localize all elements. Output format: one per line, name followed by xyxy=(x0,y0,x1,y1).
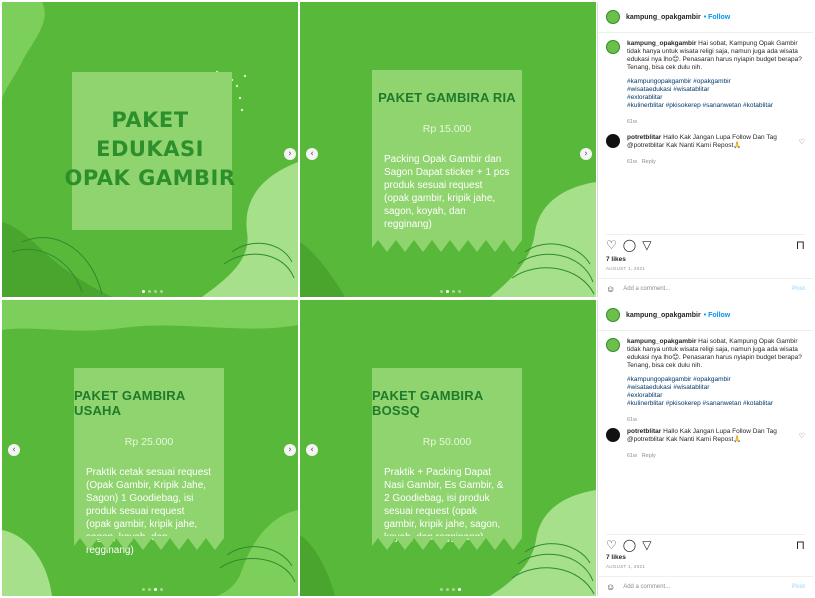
package-card: PAKET GAMBIRA RIA Rp 15.000 Packing Opak… xyxy=(372,70,522,252)
hashtag-line[interactable]: #kampungopakgambir #opakgambir xyxy=(627,78,806,86)
slide-paket-gambira-usaha: PAKET GAMBIRA USAHA Rp 25.000 Praktik ce… xyxy=(2,300,298,596)
emoji-icon[interactable]: ☺ xyxy=(606,284,615,294)
package-price: Rp 25.000 xyxy=(124,436,174,448)
comment-like-icon[interactable]: ♡ xyxy=(799,138,805,146)
slide-paket-gambira-ria: PAKET GAMBIRA RIA Rp 15.000 Packing Opak… xyxy=(300,2,596,297)
hashtag-line[interactable]: #exlorablitar xyxy=(627,392,806,400)
prev-slide-button[interactable]: ‹ xyxy=(306,444,318,456)
zigzag-edge xyxy=(74,536,224,550)
post-button[interactable]: Post xyxy=(792,286,805,292)
title-line: OPAK GAMBIR xyxy=(64,166,236,190)
prev-slide-button[interactable]: ‹ xyxy=(8,444,20,456)
hashtag-line[interactable]: #kulinerblitar #pkisokerep #sananwetan #… xyxy=(627,102,806,110)
carousel-dots xyxy=(440,290,461,293)
post-header: kampung_opakgambir • Follow xyxy=(598,2,813,33)
hashtags[interactable]: #kampungopakgambir #opakgambir #wisataed… xyxy=(627,376,806,408)
carousel-dots xyxy=(440,588,461,591)
post-header: kampung_opakgambir • Follow xyxy=(598,300,813,331)
caption-age: 61w xyxy=(627,417,638,423)
comment: potretblitar Hallo Kak Jangan Lupa Follo… xyxy=(606,134,806,166)
emoji-icon[interactable]: ☺ xyxy=(606,582,615,592)
comment-icon[interactable]: ◯ xyxy=(623,238,636,252)
avatar[interactable] xyxy=(606,40,620,54)
screenshot-collage: PAKET EDUKASI OPAK GAMBIR › PAKET GAMBIR… xyxy=(0,0,815,598)
package-title: PAKET GAMBIRA USAHA xyxy=(74,388,185,418)
package-description: Packing Opak Gambir dan Sagon Dapat stic… xyxy=(384,154,510,230)
comment-meta: 61w Reply xyxy=(627,452,806,460)
hashtag-line[interactable]: #wisataedukasi #wisatablitar xyxy=(627,384,806,392)
hashtag-line[interactable]: #kulinerblitar #pkisokerep #sananwetan #… xyxy=(627,400,806,408)
comment-like-icon[interactable]: ♡ xyxy=(799,432,805,440)
follow-button[interactable]: • Follow xyxy=(704,312,731,319)
caption: kampung_opakgambir Hai sobat, Kampung Op… xyxy=(606,338,806,424)
package-card: PAKET GAMBIRA BOSSQ Rp 50.000 Praktik + … xyxy=(372,368,522,550)
add-comment-bar: ☺ Add a comment... Post xyxy=(598,576,813,596)
hashtag-line[interactable]: #exlorablitar xyxy=(627,94,806,102)
next-slide-button[interactable]: › xyxy=(580,148,592,160)
username[interactable]: kampung_opakgambir xyxy=(626,14,701,21)
avatar[interactable] xyxy=(606,134,620,148)
like-icon[interactable]: ♡ xyxy=(606,238,617,252)
likes-count[interactable]: 7 likes xyxy=(606,256,626,263)
post-date: AUGUST 1, 2021 xyxy=(606,266,646,271)
caption-username[interactable]: kampung_opakgambir xyxy=(627,40,696,47)
carousel-dots xyxy=(142,290,163,293)
caption-age: 61w xyxy=(627,119,638,125)
hashtag-line[interactable]: #wisataedukasi #wisatablitar xyxy=(627,86,806,94)
caption-username[interactable]: kampung_opakgambir xyxy=(627,338,696,345)
package-card: PAKET GAMBIRA USAHA Rp 25.000 Praktik ce… xyxy=(74,368,224,556)
package-price: Rp 50.000 xyxy=(422,436,472,448)
comment-input[interactable]: Add a comment... xyxy=(623,286,670,292)
comment-icon[interactable]: ◯ xyxy=(623,538,636,552)
avatar[interactable] xyxy=(606,308,620,322)
title-line: EDUKASI xyxy=(96,137,204,161)
title-line: PAKET xyxy=(111,108,189,132)
reply-button[interactable]: Reply xyxy=(642,159,656,165)
post-date: AUGUST 1, 2021 xyxy=(606,564,646,569)
next-slide-button[interactable]: › xyxy=(284,148,296,160)
comment-username[interactable]: potretblitar xyxy=(627,134,661,141)
avatar[interactable] xyxy=(606,428,620,442)
comment: potretblitar Hallo Kak Jangan Lupa Follo… xyxy=(606,428,806,460)
package-title: PAKET GAMBIRA RIA xyxy=(378,90,516,105)
next-slide-button[interactable]: › xyxy=(284,444,296,456)
package-title: PAKET GAMBIRA BOSSQ xyxy=(372,388,483,418)
share-icon[interactable]: ▽ xyxy=(642,538,651,552)
package-price: Rp 15.000 xyxy=(422,123,472,135)
reply-button[interactable]: Reply xyxy=(642,453,656,459)
like-icon[interactable]: ♡ xyxy=(606,538,617,552)
slide-paket-gambira-bossq: PAKET GAMBIRA BOSSQ Rp 50.000 Praktik + … xyxy=(300,300,596,596)
username[interactable]: kampung_opakgambir xyxy=(626,312,701,319)
comment-age: 61w xyxy=(627,159,638,165)
post-sidebar: kampung_opakgambir • Follow kampung_opak… xyxy=(597,2,813,297)
hashtag-line[interactable]: #kampungopakgambir #opakgambir xyxy=(627,376,806,384)
add-comment-bar: ☺ Add a comment... Post xyxy=(598,278,813,298)
package-description: Praktik + Packing Dapat Nasi Gambir, Es … xyxy=(384,467,504,543)
share-icon[interactable]: ▽ xyxy=(642,238,651,252)
comment-username[interactable]: potretblitar xyxy=(627,428,661,435)
comment-input[interactable]: Add a comment... xyxy=(623,584,670,590)
slide-paket-edukasi: PAKET EDUKASI OPAK GAMBIR › xyxy=(2,2,298,297)
likes-count[interactable]: 7 likes xyxy=(606,554,626,561)
post-button[interactable]: Post xyxy=(792,584,805,590)
bookmark-icon[interactable]: ⊓ xyxy=(796,538,805,552)
zigzag-edge xyxy=(372,238,522,252)
avatar[interactable] xyxy=(606,10,620,24)
follow-button[interactable]: • Follow xyxy=(704,14,731,21)
zigzag-edge xyxy=(372,536,522,550)
post-sidebar: kampung_opakgambir • Follow kampung_opak… xyxy=(597,300,813,596)
caption: kampung_opakgambir Hai sobat, Kampung Op… xyxy=(606,40,806,126)
comment-age: 61w xyxy=(627,453,638,459)
edukasi-title: PAKET EDUKASI OPAK GAMBIR xyxy=(2,106,298,193)
avatar[interactable] xyxy=(606,338,620,352)
carousel-dots xyxy=(142,588,163,591)
bookmark-icon[interactable]: ⊓ xyxy=(796,238,805,252)
action-bar: ♡ ◯ ▽ ⊓ xyxy=(606,534,805,552)
prev-slide-button[interactable]: ‹ xyxy=(306,148,318,160)
comment-meta: 61w Reply xyxy=(627,158,806,166)
action-bar: ♡ ◯ ▽ ⊓ xyxy=(606,234,805,252)
hashtags[interactable]: #kampungopakgambir #opakgambir #wisataed… xyxy=(627,78,806,110)
